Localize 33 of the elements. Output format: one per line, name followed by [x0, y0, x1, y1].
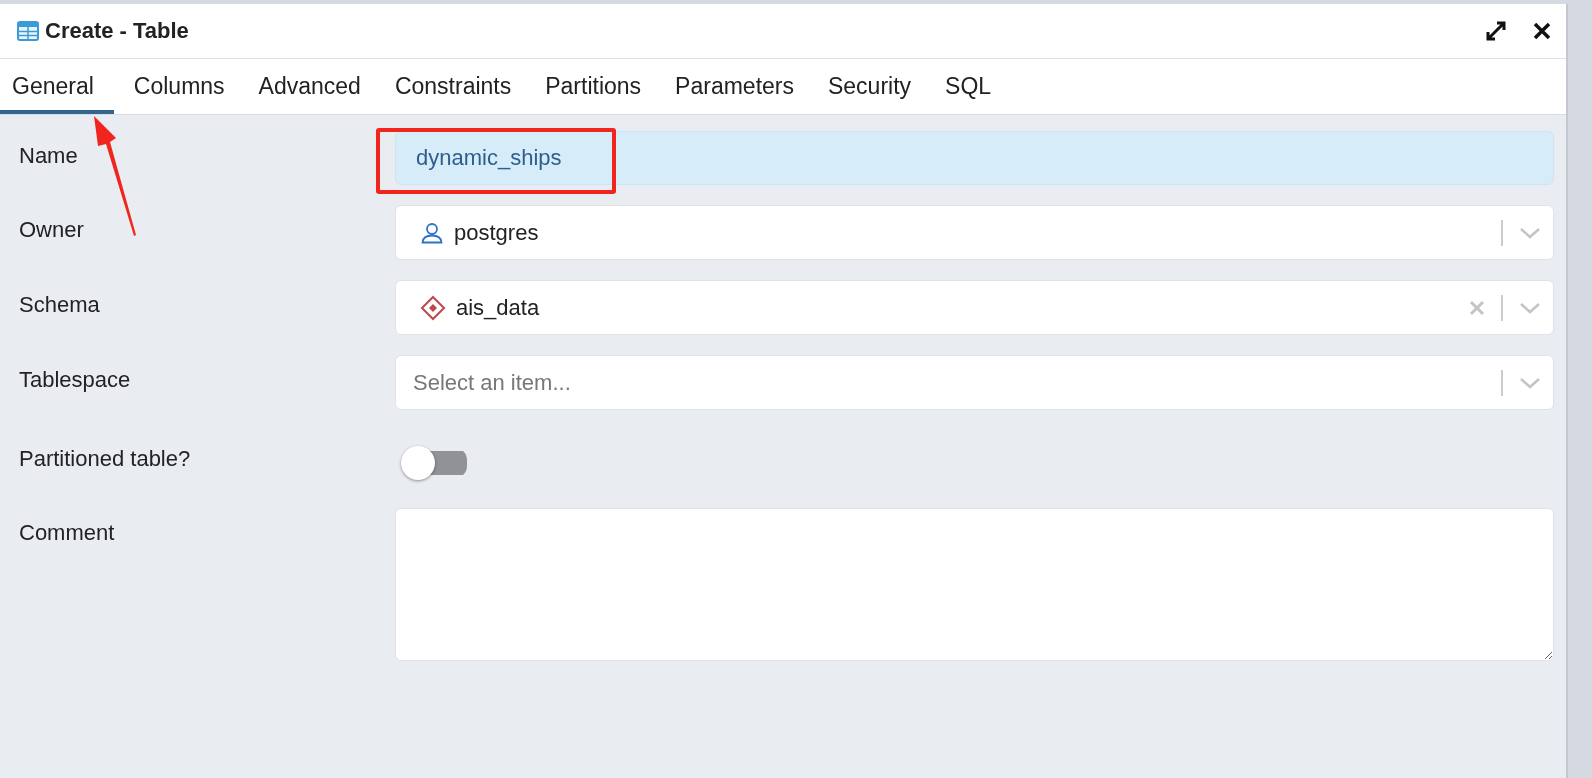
chevron-down-icon[interactable]	[1519, 226, 1541, 239]
close-icon[interactable]	[1532, 21, 1552, 41]
field-label: Comment	[19, 519, 116, 546]
tab[interactable]: Constraints	[374, 59, 526, 114]
chevron-down-icon[interactable]	[1519, 301, 1541, 314]
tab[interactable]: Security	[808, 59, 926, 114]
field-label: Partitioned table?	[19, 445, 192, 472]
tab[interactable]: Parameters	[655, 59, 808, 114]
tab[interactable]: Advanced	[238, 59, 375, 114]
select-value: ais_data	[456, 294, 540, 321]
select-field[interactable]: postgres	[395, 205, 1554, 260]
tab[interactable]: SQL	[925, 59, 1006, 114]
select-field[interactable]: ais_data	[395, 280, 1554, 335]
dialog-title: Create - Table	[45, 18, 189, 44]
diamond-icon	[420, 294, 446, 321]
field-label: Schema	[19, 291, 101, 318]
field-label: Owner	[19, 216, 85, 243]
expand-icon[interactable]	[1484, 19, 1508, 43]
tab[interactable]: General	[0, 59, 114, 114]
select-placeholder: Select an item...	[413, 369, 571, 396]
table-icon	[17, 21, 39, 41]
field-label: Name	[19, 142, 79, 169]
field-label: Tablespace	[19, 366, 132, 393]
comment-textarea[interactable]	[395, 508, 1554, 661]
chevron-down-icon[interactable]	[1519, 376, 1541, 389]
select-value: postgres	[454, 219, 539, 246]
tab[interactable]: Columns	[113, 59, 239, 114]
select-field[interactable]: Select an item...	[395, 355, 1554, 410]
name-input[interactable]: dynamic_ships	[395, 131, 1554, 185]
clear-icon[interactable]	[1469, 299, 1485, 316]
tab[interactable]: Partitions	[525, 59, 656, 114]
toggle-switch[interactable]	[401, 448, 467, 478]
user-icon	[420, 220, 444, 245]
